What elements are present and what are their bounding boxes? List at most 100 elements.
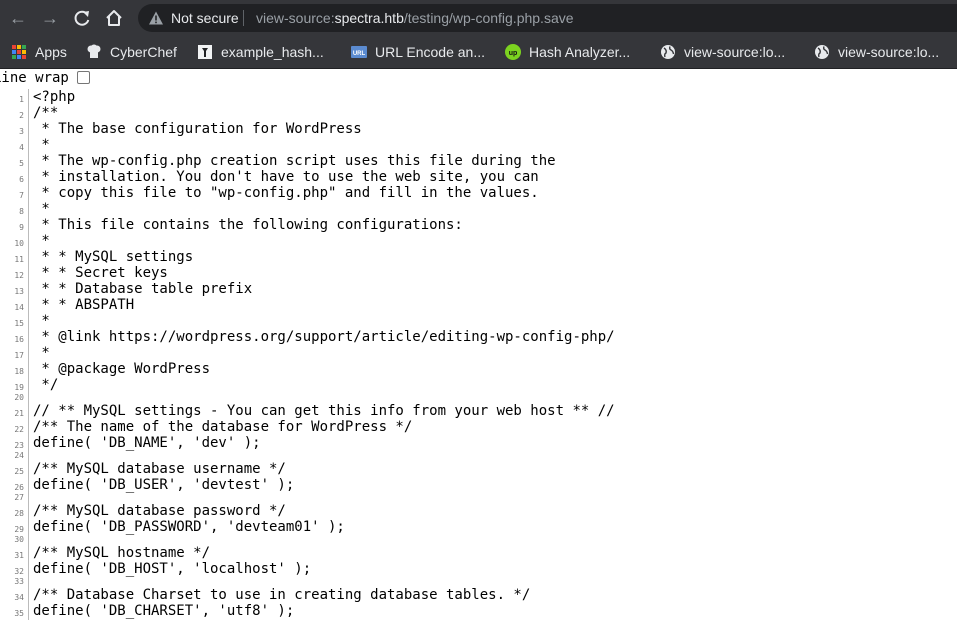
warning-triangle-icon[interactable] xyxy=(148,10,164,26)
back-arrow-icon[interactable]: ← xyxy=(8,8,28,28)
address-bar[interactable]: Not secure view-source:spectra.htb/testi… xyxy=(138,4,957,32)
source-line: 22 /** The name of the database for WordP… xyxy=(0,419,957,435)
line-number: 16 xyxy=(14,335,24,344)
line-number: 28 xyxy=(14,509,24,518)
source-line: 32 define( 'DB_HOST', 'localhost' ); xyxy=(0,561,957,577)
line-code: */ xyxy=(33,377,59,393)
globe-icon xyxy=(660,44,676,60)
url-encode-icon: URL xyxy=(351,44,367,60)
line-code: /** The name of the database for WordPre… xyxy=(33,419,413,435)
reload-icon[interactable] xyxy=(72,8,92,28)
line-number: 21 xyxy=(14,409,24,418)
line-code: * copy this file to "wp-config.php" and … xyxy=(33,185,539,201)
not-secure-label[interactable]: Not secure xyxy=(171,10,239,26)
line-number: 20 xyxy=(14,393,24,402)
line-code: /** MySQL hostname */ xyxy=(33,545,211,561)
line-code: * xyxy=(33,345,50,361)
bookmark-label: example_hash... xyxy=(221,44,324,60)
source-line: 1 <?php xyxy=(0,89,957,105)
line-number: 13 xyxy=(14,287,24,296)
bookmarks-bar: Apps CyberChef example_hash... URL URL E… xyxy=(0,36,957,69)
bookmark-page-icon xyxy=(197,44,213,60)
source-line: 28 /** MySQL database password */ xyxy=(0,503,957,519)
url-text[interactable]: view-source:spectra.htb/testing/wp-confi… xyxy=(256,10,574,26)
line-code: * The base configuration for WordPress xyxy=(33,121,362,137)
apps-grid-icon xyxy=(11,44,27,60)
line-code: /** Database Charset to use in creating … xyxy=(33,587,531,603)
source-line: 24 xyxy=(0,451,957,461)
line-code: * @link https://wordpress.org/support/ar… xyxy=(33,329,615,345)
line-number: 27 xyxy=(14,493,24,502)
line-number: 32 xyxy=(14,567,24,576)
bookmark-label: view-source:lo... xyxy=(838,44,940,60)
source-line: 16 * @link https://wordpress.org/support… xyxy=(0,329,957,345)
line-number: 33 xyxy=(14,577,24,586)
line-code: define( 'DB_CHARSET', 'utf8' ); xyxy=(33,603,295,619)
source-line: 6 * installation. You don't have to use … xyxy=(0,169,957,185)
line-number: 17 xyxy=(14,351,24,360)
source-line: 13 * * Database table prefix xyxy=(0,281,957,297)
omnibox-divider xyxy=(243,10,244,26)
line-code: define( 'DB_HOST', 'localhost' ); xyxy=(33,561,312,577)
source-line: 29 define( 'DB_PASSWORD', 'devteam01' ); xyxy=(0,519,957,535)
line-number: 34 xyxy=(14,593,24,602)
source-line: 35 define( 'DB_CHARSET', 'utf8' ); xyxy=(0,603,957,619)
source-line: 15 * xyxy=(0,313,957,329)
source-line: 12 * * Secret keys xyxy=(0,265,957,281)
bookmark-label: Hash Analyzer... xyxy=(529,44,631,60)
line-wrap-label: Line wrap xyxy=(0,70,69,86)
line-number: 7 xyxy=(19,191,24,200)
source-line: 34 /** Database Charset to use in creatin… xyxy=(0,587,957,603)
source-line: 9 * This file contains the following con… xyxy=(0,217,957,233)
line-code: * * MySQL settings xyxy=(33,249,194,265)
line-code: <?php xyxy=(33,89,76,105)
bookmark-label: view-source:lo... xyxy=(684,44,786,60)
line-number: 22 xyxy=(14,425,24,434)
line-number: 2 xyxy=(19,111,24,120)
line-number: 11 xyxy=(14,255,24,264)
line-code: * xyxy=(33,313,50,329)
line-code: * installation. You don't have to use th… xyxy=(33,169,539,185)
source-line: 8 * xyxy=(0,201,957,217)
bookmark-label: URL Encode an... xyxy=(375,44,485,60)
line-number: 29 xyxy=(14,525,24,534)
line-number: 31 xyxy=(14,551,24,560)
source-line: 26 define( 'DB_USER', 'devtest' ); xyxy=(0,477,957,493)
source-line: 17 * xyxy=(0,345,957,361)
cyberchef-icon xyxy=(86,44,102,60)
hash-analyzer-icon: up xyxy=(505,44,521,60)
line-number: 1 xyxy=(19,95,24,104)
url-path: /testing/wp-config.php.save xyxy=(403,10,574,26)
source-line: 7 * copy this file to "wp-config.php" an… xyxy=(0,185,957,201)
forward-arrow-icon[interactable]: → xyxy=(40,8,60,28)
line-code: * @package WordPress xyxy=(33,361,211,377)
source-line: 21 // ** MySQL settings - You can get thi… xyxy=(0,403,957,419)
line-number: 4 xyxy=(19,143,24,152)
line-code: define( 'DB_PASSWORD', 'devteam01' ); xyxy=(33,519,345,535)
line-code: /** MySQL database username */ xyxy=(33,461,286,477)
source-line: 33 xyxy=(0,577,957,587)
url-prefix: view-source: xyxy=(256,10,335,26)
source-listing: 1 <?php 2/** 3 * The base configuration for… xyxy=(0,89,957,619)
line-number: 19 xyxy=(14,383,24,392)
line-number: 30 xyxy=(14,535,24,544)
globe-icon xyxy=(814,44,830,60)
source-line: 18 * @package WordPress xyxy=(0,361,957,377)
source-line: 31 /** MySQL hostname */ xyxy=(0,545,957,561)
line-code: * xyxy=(33,233,50,249)
line-code: define( 'DB_NAME', 'dev' ); xyxy=(33,435,261,451)
source-line: 10 * xyxy=(0,233,957,249)
line-wrap-checkbox[interactable] xyxy=(77,71,90,84)
source-line: 27 xyxy=(0,493,957,503)
line-code: * * Database table prefix xyxy=(33,281,253,297)
line-number: 8 xyxy=(19,207,24,216)
line-code: * * ABSPATH xyxy=(33,297,135,313)
line-number: 6 xyxy=(19,175,24,184)
source-line: 23 define( 'DB_NAME', 'dev' ); xyxy=(0,435,957,451)
line-number: 14 xyxy=(14,303,24,312)
line-number: 12 xyxy=(14,271,24,280)
line-code: /** MySQL database password */ xyxy=(33,503,286,519)
line-number: 10 xyxy=(14,239,24,248)
bookmark-label: Apps xyxy=(35,44,67,60)
home-icon[interactable] xyxy=(104,8,124,28)
